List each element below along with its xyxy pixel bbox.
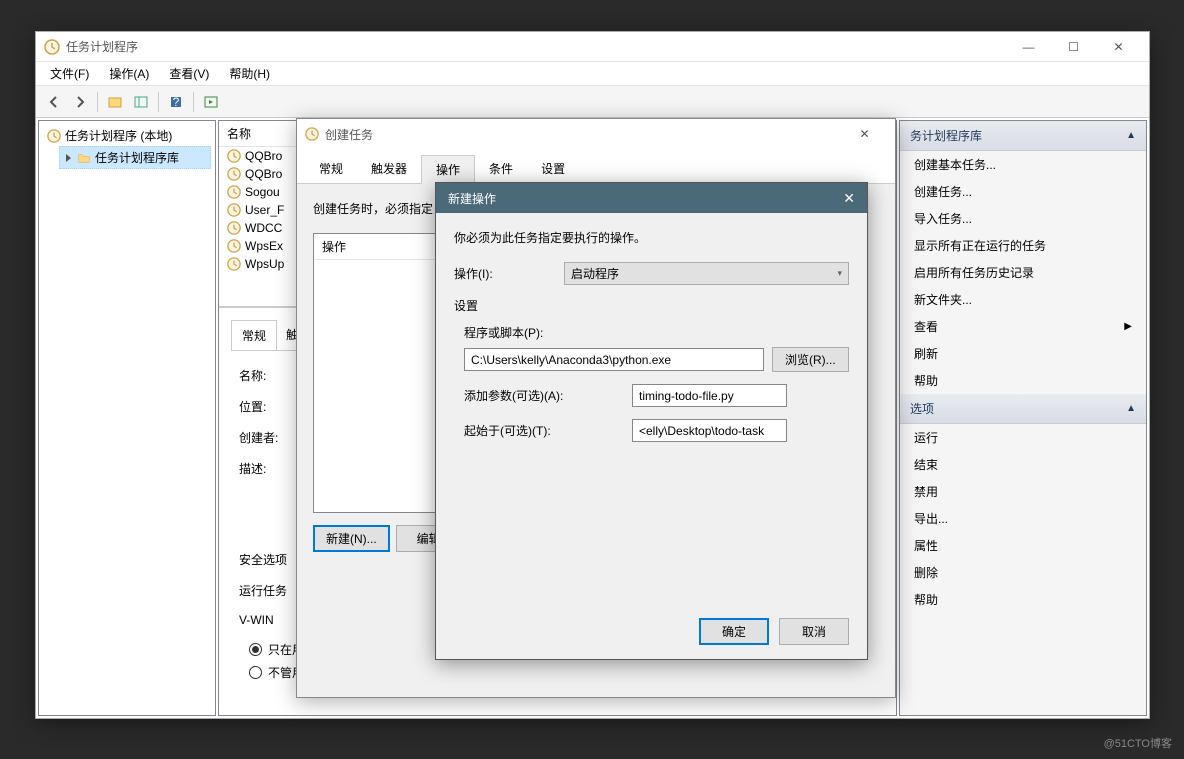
action-[interactable]: 禁用 [900, 478, 1146, 505]
toolbar: ? [36, 86, 1149, 118]
svg-text:?: ? [173, 95, 180, 109]
action-[interactable]: 导入任务... [900, 205, 1146, 232]
menubar: 文件(F) 操作(A) 查看(V) 帮助(H) [36, 62, 1149, 86]
action-type-label: 操作(I): [454, 265, 564, 282]
toolbar-help-icon[interactable]: ? [164, 90, 188, 114]
dialog1-tabs: 常规 触发器 操作 条件 设置 [297, 149, 895, 184]
new-action-dialog: 新建操作 ✕ 你必须为此任务指定要执行的操作。 操作(I): 启动程序 ▾ 设置… [435, 182, 868, 660]
browse-button[interactable]: 浏览(R)... [772, 347, 849, 372]
tab-triggers[interactable]: 触发器 [357, 155, 421, 183]
maximize-button[interactable]: ☐ [1051, 32, 1096, 62]
back-button[interactable] [42, 90, 66, 114]
listbox-header: 操作 [314, 234, 435, 260]
folder-icon [77, 151, 91, 165]
chevron-down-icon: ▾ [837, 268, 842, 279]
args-input[interactable]: timing-todo-file.py [632, 384, 787, 407]
action-[interactable]: 帮助 [900, 586, 1146, 613]
tree-root[interactable]: 任务计划程序 (本地) [43, 125, 211, 146]
args-label: 添加参数(可选)(A): [464, 387, 624, 404]
toolbar-panes-icon[interactable] [129, 90, 153, 114]
action-type-select[interactable]: 启动程序 ▾ [564, 262, 849, 285]
program-label: 程序或脚本(P): [464, 324, 849, 341]
label-description: 描述: [239, 460, 299, 477]
menu-help[interactable]: 帮助(H) [219, 63, 280, 84]
action-[interactable]: 创建基本任务... [900, 151, 1146, 178]
tab-settings[interactable]: 设置 [527, 155, 579, 183]
label-run-account: 运行任务 [239, 582, 287, 599]
startin-label: 起始于(可选)(T): [464, 422, 624, 439]
new-action-button[interactable]: 新建(N)... [313, 525, 390, 552]
label-location: 位置: [239, 398, 299, 415]
titlebar[interactable]: 任务计划程序 ― ☐ ✕ [36, 32, 1149, 62]
dialog2-titlebar[interactable]: 新建操作 ✕ [436, 183, 867, 213]
tree-library[interactable]: 任务计划程序库 [59, 146, 211, 169]
dialog2-hint: 你必须为此任务指定要执行的操作。 [454, 229, 849, 246]
label-creator: 创建者: [239, 429, 299, 446]
action-[interactable]: 删除 [900, 559, 1146, 586]
tree-panel: 任务计划程序 (本地) 任务计划程序库 [38, 120, 216, 716]
dialog1-titlebar[interactable]: 创建任务 ✕ [297, 119, 895, 149]
watermark: @51CTO博客 [1104, 735, 1172, 751]
expand-icon [66, 154, 71, 162]
action-[interactable]: 属性 [900, 532, 1146, 559]
cancel-button[interactable]: 取消 [779, 618, 849, 645]
toolbar-run-icon[interactable] [199, 90, 223, 114]
action-[interactable]: 导出... [900, 505, 1146, 532]
action-[interactable]: 刷新 [900, 340, 1146, 367]
tab-conditions[interactable]: 条件 [475, 155, 527, 183]
action-[interactable]: 运行 [900, 424, 1146, 451]
action-[interactable]: 结束 [900, 451, 1146, 478]
clock-icon [305, 127, 319, 141]
action-[interactable]: 帮助 [900, 367, 1146, 394]
settings-group-label: 设置 [454, 297, 849, 314]
action-[interactable]: 新文件夹... [900, 286, 1146, 313]
program-input[interactable]: C:\Users\kelly\Anaconda3\python.exe [464, 348, 764, 371]
actions-panel: 务计划程序库▲ 创建基本任务...创建任务...导入任务...显示所有正在运行的… [899, 120, 1147, 716]
app-icon [44, 39, 60, 55]
action-[interactable]: 启用所有任务历史记录 [900, 259, 1146, 286]
ok-button[interactable]: 确定 [699, 618, 769, 645]
startin-input[interactable]: <elly\Desktop\todo-task [632, 419, 787, 442]
menu-action[interactable]: 操作(A) [99, 63, 159, 84]
menu-file[interactable]: 文件(F) [40, 63, 99, 84]
actions-listbox[interactable]: 操作 [313, 233, 436, 513]
label-name: 名称: [239, 367, 299, 384]
forward-button[interactable] [68, 90, 92, 114]
close-button[interactable]: ✕ [1096, 32, 1141, 62]
menu-view[interactable]: 查看(V) [159, 63, 219, 84]
dialog2-close[interactable]: ✕ [843, 190, 855, 207]
account-value: V-WIN [239, 613, 274, 627]
tab-general[interactable]: 常规 [231, 320, 277, 350]
dialog1-close[interactable]: ✕ [842, 119, 887, 149]
actions-header-options[interactable]: 选项▲ [900, 394, 1146, 424]
minimize-button[interactable]: ― [1006, 32, 1051, 62]
label-security: 安全选项 [239, 551, 287, 568]
tab-actions[interactable]: 操作 [421, 155, 475, 184]
toolbar-action-icon[interactable] [103, 90, 127, 114]
action-[interactable]: 查看▶ [900, 313, 1146, 340]
tab-general[interactable]: 常规 [305, 155, 357, 183]
actions-header-library[interactable]: 务计划程序库▲ [900, 121, 1146, 151]
action-[interactable]: 显示所有正在运行的任务 [900, 232, 1146, 259]
window-title: 任务计划程序 [66, 38, 138, 55]
clock-icon [47, 129, 61, 143]
action-[interactable]: 创建任务... [900, 178, 1146, 205]
